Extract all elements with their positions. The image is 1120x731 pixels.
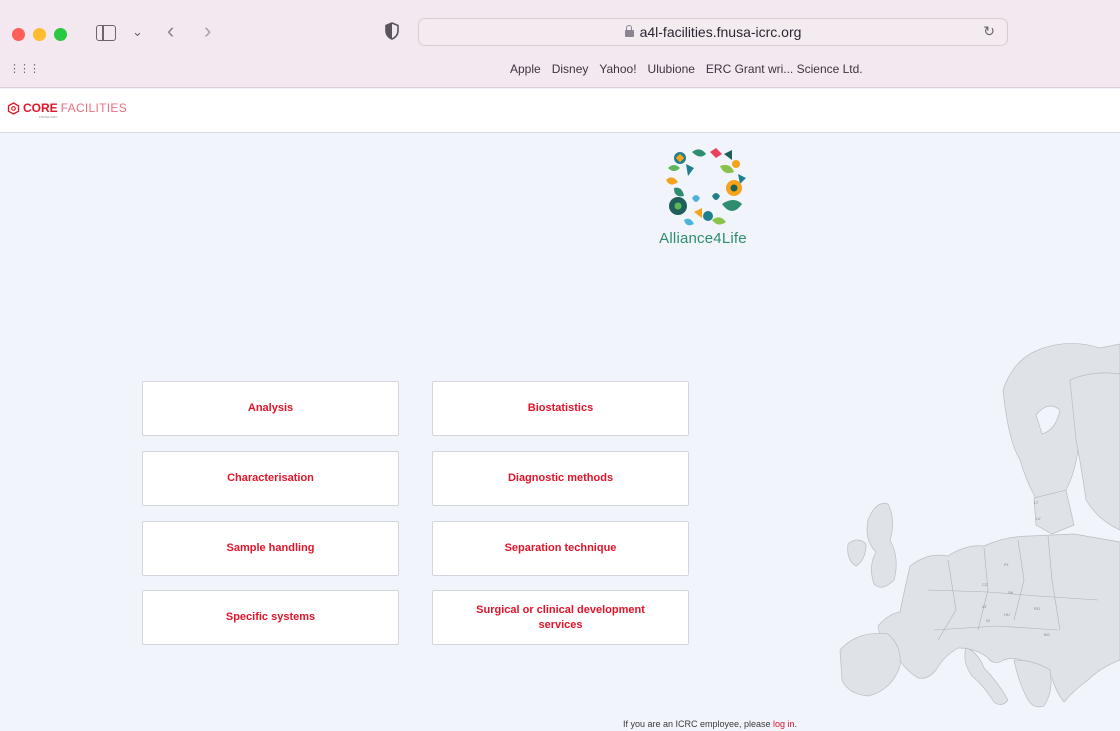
svg-text:PL: PL xyxy=(1004,562,1010,567)
login-link[interactable]: log in xyxy=(773,719,795,729)
alliance4life-logo-icon xyxy=(666,148,746,226)
zoom-window-button[interactable] xyxy=(54,28,67,41)
brand-sub-text: FNUSA-ICRC xyxy=(39,115,58,119)
lock-icon xyxy=(624,25,634,37)
browser-chrome: ⌄ ‹ › a4l-facilities.fnusa-icrc.org ↻ ⋮⋮… xyxy=(0,0,1120,88)
svg-text:LT: LT xyxy=(1034,500,1039,505)
svg-text:SK: SK xyxy=(1008,590,1014,595)
reload-icon[interactable]: ↻ xyxy=(983,23,995,40)
footer-suffix: . xyxy=(794,719,798,729)
favorite-item[interactable]: Disney xyxy=(552,62,589,76)
favorite-item[interactable]: Ulubione xyxy=(648,62,695,76)
brand-core-text: CORE xyxy=(23,101,58,115)
sidebar-toggle-icon[interactable] xyxy=(96,25,116,41)
grid-icon[interactable]: ⋮⋮⋮ xyxy=(9,62,40,75)
svg-text:BG: BG xyxy=(1044,632,1050,637)
brand-facilities-text: FACILITIES xyxy=(60,101,128,115)
svg-text:RO: RO xyxy=(1034,606,1040,611)
category-diagnostic-methods-button[interactable]: Diagnostic methods xyxy=(432,451,689,506)
category-separation-technique-button[interactable]: Separation technique xyxy=(432,521,689,576)
svg-text:SI: SI xyxy=(986,618,990,623)
svg-text:HU: HU xyxy=(1004,612,1010,617)
favorite-item[interactable]: ERC Grant wri... Science Ltd. xyxy=(706,62,863,76)
favorite-item[interactable]: Apple xyxy=(510,62,541,76)
back-arrow-icon[interactable]: ‹ xyxy=(167,20,174,42)
alliance4life-name: Alliance4Life xyxy=(659,230,747,247)
chevron-down-icon[interactable]: ⌄ xyxy=(132,22,143,42)
address-url: a4l-facilities.fnusa-icrc.org xyxy=(639,24,802,40)
site-header: CORE FACILITIES FNUSA-ICRC xyxy=(0,89,1120,133)
core-facilities-logo[interactable]: CORE FACILITIES FNUSA-ICRC xyxy=(7,101,128,119)
category-specific-systems-button[interactable]: Specific systems xyxy=(142,590,399,645)
category-analysis-button[interactable]: Analysis xyxy=(142,381,399,436)
category-sample-handling-button[interactable]: Sample handling xyxy=(142,521,399,576)
category-characterisation-button[interactable]: Characterisation xyxy=(142,451,399,506)
category-surgical-clinical-button[interactable]: Surgical or clinical development service… xyxy=(432,590,689,645)
favorites-bar: ⋮⋮⋮ Apple Disney Yahoo! Ulubione ERC Gra… xyxy=(0,56,1120,82)
close-window-button[interactable] xyxy=(12,28,25,41)
browser-toolbar: ⌄ ‹ › a4l-facilities.fnusa-icrc.org ↻ xyxy=(0,12,1120,52)
privacy-shield-icon[interactable] xyxy=(385,22,399,40)
svg-text:CZ: CZ xyxy=(982,582,988,587)
favorite-item[interactable]: Yahoo! xyxy=(599,62,636,76)
address-bar[interactable]: a4l-facilities.fnusa-icrc.org ↻ xyxy=(418,18,1008,46)
core-hexagon-icon xyxy=(7,102,20,115)
favorites-list: Apple Disney Yahoo! Ulubione ERC Grant w… xyxy=(510,62,863,76)
category-biostatistics-button[interactable]: Biostatistics xyxy=(432,381,689,436)
footer-login-note: If you are an ICRC employee, please log … xyxy=(0,719,1120,729)
minimize-window-button[interactable] xyxy=(33,28,46,41)
footer-text: If you are an ICRC employee, please xyxy=(622,719,774,729)
europe-map-image: LT LV PL CZ SK AT HU SI RO BG xyxy=(839,343,1120,708)
forward-arrow-icon[interactable]: › xyxy=(204,20,211,42)
svg-text:LV: LV xyxy=(1036,516,1041,521)
svg-text:AT: AT xyxy=(982,604,987,609)
